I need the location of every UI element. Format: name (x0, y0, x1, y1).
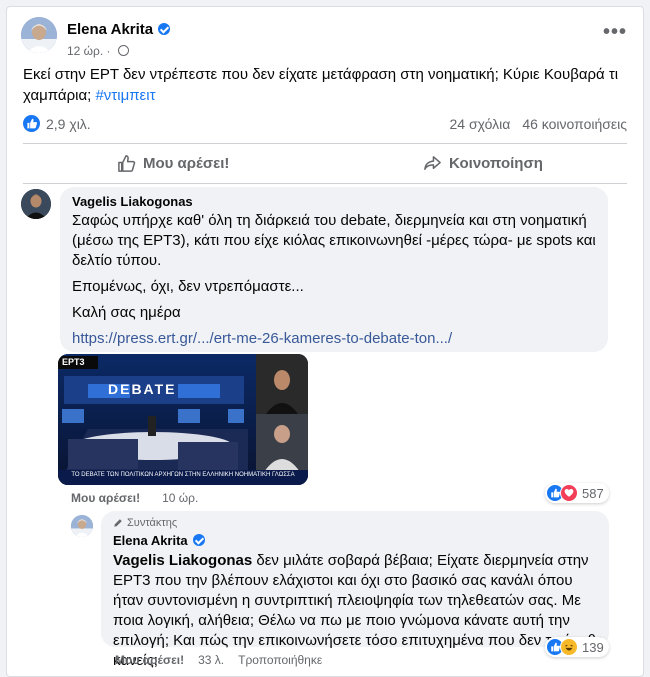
comments-count[interactable]: 24 σχόλια (450, 116, 511, 132)
pencil-icon (114, 519, 122, 527)
reply-mention[interactable]: Vagelis Liakogonas (113, 552, 252, 569)
like-button[interactable]: Μου αρέσει! (117, 147, 229, 179)
comment-image[interactable]: ΕΡΤ3 DEBATE ΤΟ DEBATE ΤΩΝ ΠΟΛΙΤΙΚΩΝ ΑΡΧΗ… (58, 354, 308, 485)
author-badge: Συντάκτης (113, 517, 177, 529)
image-caption: ΤΟ DEBATE ΤΩΝ ΠΟΛΙΤΙΚΩΝ ΑΡΧΗΓΩΝ ΣΤΗΝ ΕΛΛ… (71, 472, 295, 478)
post-stats: 24 σχόλια 46 κοινοποιήσεις (438, 116, 627, 132)
comment-reactions-count: 587 (582, 485, 604, 501)
post-text: Εκεί στην ΕΡΤ δεν ντρέπεστε που δεν είχα… (23, 64, 633, 106)
divider (23, 143, 627, 144)
comment-paragraph: Σαφώς υπήρχε καθ' όλη τη διάρκειά του de… (72, 212, 596, 269)
post-author[interactable]: Elena Akrita (67, 21, 171, 38)
reactions-summary[interactable]: 2,9 χιλ. (23, 115, 91, 132)
like-button-label: Μου αρέσει! (143, 154, 230, 172)
reply-author-name-text[interactable]: Elena Akrita (113, 533, 188, 548)
comment-bubble: Vagelis Liakogonas Σαφώς υπήρχε καθ' όλη… (60, 187, 608, 352)
post-hashtag[interactable]: #ντιμπειτ (95, 87, 155, 104)
image-banner-text: DEBATE (108, 381, 177, 397)
reactions-count: 2,9 χιλ. (46, 115, 91, 132)
share-button-label: Κοινοποίηση (449, 154, 543, 172)
comment-time[interactable]: 10 ώρ. (162, 491, 198, 505)
commenter-name[interactable]: Vagelis Liakogonas (72, 194, 193, 209)
comment-paragraph: Καλή σας ημέρα (72, 304, 181, 321)
reply-time[interactable]: 33 λ. (198, 653, 224, 667)
post-meta: 12 ώρ. · (67, 44, 129, 58)
more-options-icon[interactable]: ••• (603, 21, 627, 44)
like-reaction-icon (23, 115, 40, 132)
divider (23, 183, 627, 184)
author-badge-label: Συντάκτης (127, 517, 178, 529)
comment-link[interactable]: https://press.ert.gr/.../ert-me-26-kamer… (72, 330, 452, 347)
share-button[interactable]: Κοινοποίηση (423, 147, 543, 179)
reply-reactions[interactable]: 139 (545, 637, 609, 657)
reply-actions: Μου αρέσει! 33 λ. Τροποποιήθηκε (115, 653, 322, 667)
comment-paragraph: Επομένως, όχι, δεν ντρεπόμαστε... (72, 278, 304, 295)
comment-reactions[interactable]: 587 (545, 483, 609, 503)
reply-body: δεν μιλάτε σοβαρά βέβαια; Είχατε διερμην… (113, 552, 603, 669)
reply-reactions-count: 139 (582, 639, 604, 655)
thumbs-up-icon (118, 154, 136, 172)
heart-reaction-icon (560, 484, 578, 502)
share-icon (424, 155, 441, 170)
shares-count[interactable]: 46 κοινοποιήσεις (522, 116, 627, 132)
globe-icon (117, 45, 129, 56)
verified-badge-icon (192, 534, 205, 546)
commenter-avatar[interactable] (21, 189, 51, 219)
author-avatar[interactable] (21, 17, 57, 53)
post-author-name[interactable]: Elena Akrita (67, 21, 153, 38)
reply-bubble: Συντάκτης Elena Akrita Vagelis Liakogona… (101, 511, 609, 669)
debate-studio-image (58, 354, 308, 485)
post-time[interactable]: 12 ώρ. (67, 44, 103, 58)
reply-like-link[interactable]: Μου αρέσει! (115, 653, 184, 667)
haha-reaction-icon (560, 638, 578, 656)
verified-badge-icon (158, 23, 171, 35)
reply-edited[interactable]: Τροποποιήθηκε (238, 653, 322, 667)
reply-author-avatar[interactable] (71, 515, 93, 537)
comment-like-link[interactable]: Μου αρέσει! (71, 491, 140, 505)
reply-author-name[interactable]: Elena Akrita (113, 533, 205, 548)
comment-actions: Μου αρέσει! 10 ώρ. (71, 491, 198, 505)
image-channel-logo: ΕΡΤ3 (62, 357, 85, 367)
post-card: Elena Akrita 12 ώρ. · ••• Εκεί στην ΕΡΤ … (6, 6, 644, 677)
